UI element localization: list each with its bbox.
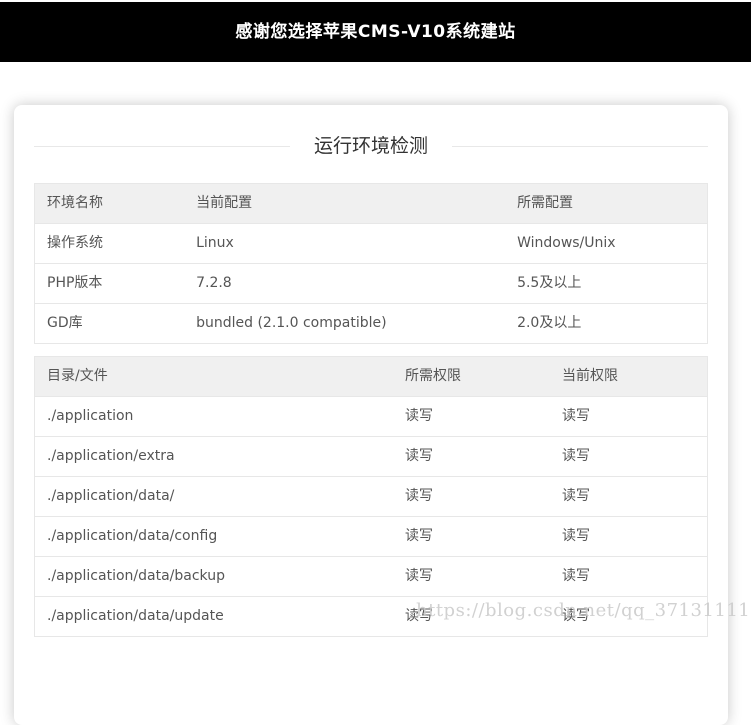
perm-required-cell: 读写 <box>393 477 550 517</box>
table-row: 操作系统 Linux Windows/Unix <box>35 224 708 264</box>
env-required-cell: 2.0及以上 <box>505 304 707 344</box>
header-cell-dir-file: 目录/文件 <box>35 357 393 397</box>
table-row: ./application/extra 读写 读写 <box>35 437 708 477</box>
table-row: ./application 读写 读写 <box>35 397 708 437</box>
top-banner: 感谢您选择苹果CMS-V10系统建站 <box>0 2 751 62</box>
header-cell-required-conf: 所需配置 <box>505 184 707 224</box>
environment-table: 环境名称 当前配置 所需配置 操作系统 Linux Windows/Unix P… <box>34 183 708 344</box>
perm-required-cell: 读写 <box>393 397 550 437</box>
perm-current-cell: 读写 <box>550 397 708 437</box>
table-row: ./application/data/config 读写 读写 <box>35 517 708 557</box>
table-row: ./application/data/backup 读写 读写 <box>35 557 708 597</box>
dir-path-cell: ./application <box>35 397 393 437</box>
header-cell-required-perm: 所需权限 <box>393 357 550 397</box>
perm-required-cell: 读写 <box>393 557 550 597</box>
table-row: PHP版本 7.2.8 5.5及以上 <box>35 264 708 304</box>
env-required-cell: Windows/Unix <box>505 224 707 264</box>
env-name-cell: 操作系统 <box>35 224 185 264</box>
dir-path-cell: ./application/data/config <box>35 517 393 557</box>
permissions-table: 目录/文件 所需权限 当前权限 ./application 读写 读写 ./ap… <box>34 356 708 637</box>
environment-table-header-row: 环境名称 当前配置 所需配置 <box>35 184 708 224</box>
env-current-cell: bundled (2.1.0 compatible) <box>184 304 505 344</box>
table-row: GD库 bundled (2.1.0 compatible) 2.0及以上 <box>35 304 708 344</box>
section-title-divider: 运行环境检测 <box>34 133 708 159</box>
permissions-table-header-row: 目录/文件 所需权限 当前权限 <box>35 357 708 397</box>
table-row: ./application/data/ 读写 读写 <box>35 477 708 517</box>
perm-current-cell: 读写 <box>550 517 708 557</box>
banner-title: 感谢您选择苹果CMS-V10系统建站 <box>235 22 515 42</box>
perm-required-cell: 读写 <box>393 517 550 557</box>
header-cell-current-perm: 当前权限 <box>550 357 708 397</box>
perm-required-cell: 读写 <box>393 437 550 477</box>
perm-current-cell: 读写 <box>550 597 708 637</box>
dir-path-cell: ./application/data/backup <box>35 557 393 597</box>
perm-current-cell: 读写 <box>550 477 708 517</box>
env-name-cell: GD库 <box>35 304 185 344</box>
perm-current-cell: 读写 <box>550 437 708 477</box>
header-cell-env-name: 环境名称 <box>35 184 185 224</box>
header-cell-current-conf: 当前配置 <box>184 184 505 224</box>
perm-required-cell: 读写 <box>393 597 550 637</box>
env-required-cell: 5.5及以上 <box>505 264 707 304</box>
dir-path-cell: ./application/extra <box>35 437 393 477</box>
env-current-cell: Linux <box>184 224 505 264</box>
section-title: 运行环境检测 <box>290 133 452 159</box>
dir-path-cell: ./application/data/update <box>35 597 393 637</box>
perm-current-cell: 读写 <box>550 557 708 597</box>
dir-path-cell: ./application/data/ <box>35 477 393 517</box>
install-check-card: 运行环境检测 环境名称 当前配置 所需配置 操作系统 Linux Windows… <box>14 105 728 725</box>
env-name-cell: PHP版本 <box>35 264 185 304</box>
env-current-cell: 7.2.8 <box>184 264 505 304</box>
table-row: ./application/data/update 读写 读写 <box>35 597 708 637</box>
